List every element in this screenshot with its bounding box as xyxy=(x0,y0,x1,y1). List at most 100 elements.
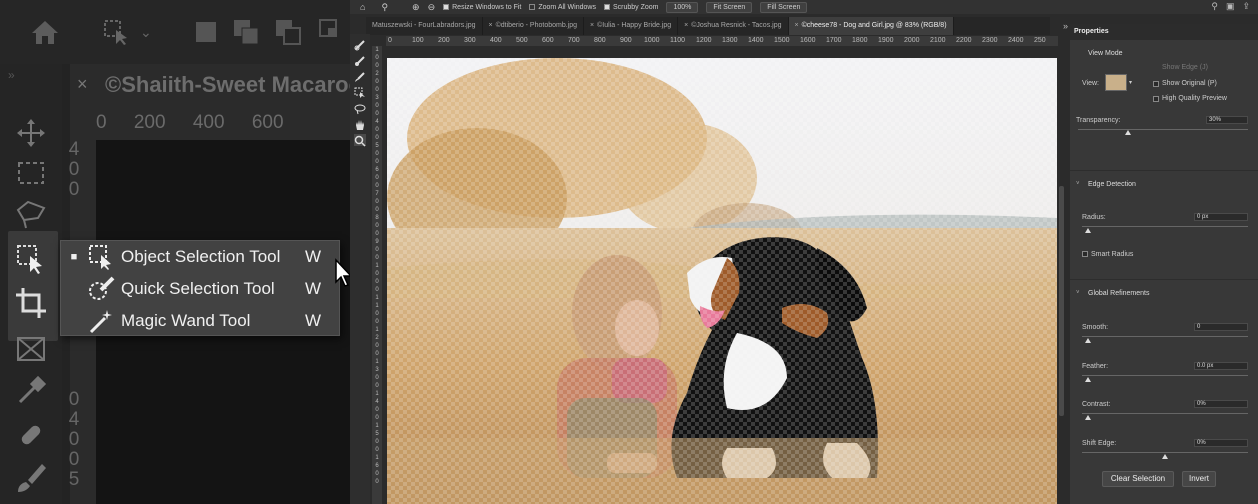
close-tab-icon[interactable]: × xyxy=(795,22,799,29)
contrast-value[interactable]: 0% xyxy=(1194,400,1248,408)
home-icon[interactable]: ⌂ xyxy=(360,2,365,12)
tab-four-labradors[interactable]: Matuszewski - FourLabradors.jpg xyxy=(366,17,483,35)
smooth-slider[interactable] xyxy=(1082,336,1248,337)
expand-icon[interactable]: » xyxy=(8,68,15,82)
invert-button[interactable]: Invert xyxy=(1182,471,1216,487)
quick-selection-icon[interactable] xyxy=(354,38,366,51)
ruler-digit: 0 xyxy=(375,279,379,285)
tab-happy-bride[interactable]: × ©Iulia - Happy Bride.jpg xyxy=(584,17,679,35)
zoomed-options-bar: ⌄ xyxy=(0,0,350,64)
zoom-all-checkbox[interactable]: Zoom All Windows xyxy=(529,4,596,11)
ruler-digit: 5 xyxy=(375,431,379,437)
search-icon[interactable]: ⚲ xyxy=(1211,1,1218,12)
move-tool-icon[interactable] xyxy=(14,116,48,150)
add-selection-icon[interactable] xyxy=(232,18,260,46)
lasso-icon[interactable] xyxy=(354,102,366,115)
contrast-slider-knob[interactable] xyxy=(1085,415,1091,420)
fit-screen-button[interactable]: Fit Screen xyxy=(706,1,753,13)
view-mode-thumbnail[interactable] xyxy=(1105,74,1127,91)
subtract-selection-icon[interactable] xyxy=(274,18,302,46)
flyout-item-magic-wand[interactable]: Magic Wand Tool W xyxy=(61,305,341,337)
chevron-down-icon[interactable]: ˅ xyxy=(1076,181,1080,187)
close-icon[interactable]: × xyxy=(77,74,88,95)
feather-slider-knob[interactable] xyxy=(1085,377,1091,382)
chevron-down-icon[interactable]: ˅ xyxy=(1076,290,1080,296)
hand-icon[interactable] xyxy=(354,118,366,130)
shift-edge-slider-knob[interactable] xyxy=(1162,454,1168,459)
brush-tool-icon[interactable] xyxy=(14,460,48,494)
high-quality-label: High Quality Preview xyxy=(1162,95,1227,102)
eyedropper-tool-icon[interactable] xyxy=(14,374,48,408)
refine-edge-brush-icon[interactable] xyxy=(354,54,366,66)
shift-edge-slider[interactable] xyxy=(1082,452,1248,453)
ruler-digit: 0 xyxy=(375,127,379,133)
ruler-digit: 0 xyxy=(375,63,379,69)
workspace-icon[interactable]: ▣ xyxy=(1226,1,1235,12)
smooth-slider-knob[interactable] xyxy=(1085,338,1091,343)
resize-windows-checkbox[interactable]: Resize Windows to Fit xyxy=(443,4,521,11)
feather-slider[interactable] xyxy=(1082,375,1248,376)
frame-tool-icon[interactable] xyxy=(14,332,48,366)
home-icon[interactable] xyxy=(30,18,60,46)
scrubby-zoom-checkbox[interactable]: Scrubby Zoom xyxy=(603,4,658,11)
show-original-checkbox[interactable] xyxy=(1153,81,1159,87)
radius-value[interactable]: 0 px xyxy=(1194,213,1248,221)
high-quality-checkbox[interactable] xyxy=(1153,96,1159,102)
new-selection-icon[interactable] xyxy=(192,18,220,46)
zoom-tool-icon[interactable]: ⚲ xyxy=(381,2,388,13)
vertical-scrollbar[interactable] xyxy=(1058,46,1066,504)
smooth-value[interactable]: 0 xyxy=(1194,323,1248,331)
chevron-down-icon[interactable]: ▾ xyxy=(1129,79,1132,86)
contrast-slider[interactable] xyxy=(1082,413,1248,414)
smart-radius-checkbox[interactable] xyxy=(1082,251,1088,257)
tab-tacos[interactable]: × ©Joshua Resnick - Tacos.jpg xyxy=(678,17,789,35)
brush-icon[interactable] xyxy=(354,70,366,82)
tab-photobomb[interactable]: × ©dtiberio - Photobomb.jpg xyxy=(483,17,585,35)
smart-radius-label: Smart Radius xyxy=(1091,251,1134,258)
more-tabs-icon[interactable]: » xyxy=(1063,17,1068,35)
ruler-digit: 0 xyxy=(375,103,379,109)
ruler-digit: 0 xyxy=(375,247,379,253)
radius-slider-knob[interactable] xyxy=(1085,228,1091,233)
ruler-digit: 6 xyxy=(375,463,379,469)
ruler-digit: 1 xyxy=(375,295,379,301)
zoom-100-button[interactable]: 100% xyxy=(666,1,699,13)
object-selection-icon[interactable] xyxy=(354,86,366,98)
object-selection-tool-icon[interactable] xyxy=(14,242,48,276)
clear-selection-button[interactable]: Clear Selection xyxy=(1102,471,1174,487)
close-tab-icon[interactable]: × xyxy=(684,22,688,29)
transparency-slider[interactable] xyxy=(1078,129,1248,130)
ruler-digit: 0 xyxy=(375,383,379,389)
intersect-selection-icon[interactable] xyxy=(318,18,346,46)
fill-screen-button[interactable]: Fill Screen xyxy=(760,1,808,13)
flyout-item-quick-selection[interactable]: Quick Selection Tool W xyxy=(61,273,341,305)
feather-value[interactable]: 0.0 px xyxy=(1194,362,1248,370)
ruler-digit: 0 xyxy=(375,407,379,413)
transparency-value[interactable]: 30% xyxy=(1206,116,1248,124)
options-bar: ⌂ ⚲ ⊕ ⊖ Resize Windows to Fit Zoom All W… xyxy=(350,0,1258,14)
tab-dog-and-girl[interactable]: × ©cheese78 - Dog and Girl.jpg @ 83% (RGB… xyxy=(788,17,954,35)
ruler-digit: 0 xyxy=(375,175,379,181)
zoom-in-icon[interactable]: ⊕ xyxy=(412,2,420,13)
radius-slider[interactable] xyxy=(1082,226,1248,227)
ruler-digit: 1 xyxy=(375,359,379,365)
close-tab-icon[interactable]: × xyxy=(590,22,594,29)
transparency-slider-knob[interactable] xyxy=(1124,130,1131,135)
share-icon[interactable]: ⇪ xyxy=(1242,1,1250,12)
show-original-label: Show Original (P) xyxy=(1162,80,1217,87)
object-selection-option-icon[interactable] xyxy=(102,18,130,46)
image-canvas[interactable] xyxy=(387,58,1057,504)
close-tab-icon[interactable]: × xyxy=(489,22,493,29)
shift-edge-value[interactable]: 0% xyxy=(1194,439,1248,447)
ruler-digit: 1 xyxy=(375,303,379,309)
scrollbar-thumb[interactable] xyxy=(1059,186,1064,416)
healing-brush-tool-icon[interactable] xyxy=(14,418,48,452)
ruler-digit: 4 xyxy=(375,119,379,125)
zoom-icon[interactable] xyxy=(354,134,366,147)
flyout-label: Quick Selection Tool xyxy=(121,279,275,298)
zoom-out-icon[interactable]: ⊖ xyxy=(428,2,436,13)
marquee-tool-icon[interactable] xyxy=(14,156,48,190)
flyout-item-object-selection[interactable]: ■ Object Selection Tool W xyxy=(61,241,341,273)
crop-tool-icon[interactable] xyxy=(14,286,48,320)
lasso-tool-icon[interactable] xyxy=(14,198,48,232)
